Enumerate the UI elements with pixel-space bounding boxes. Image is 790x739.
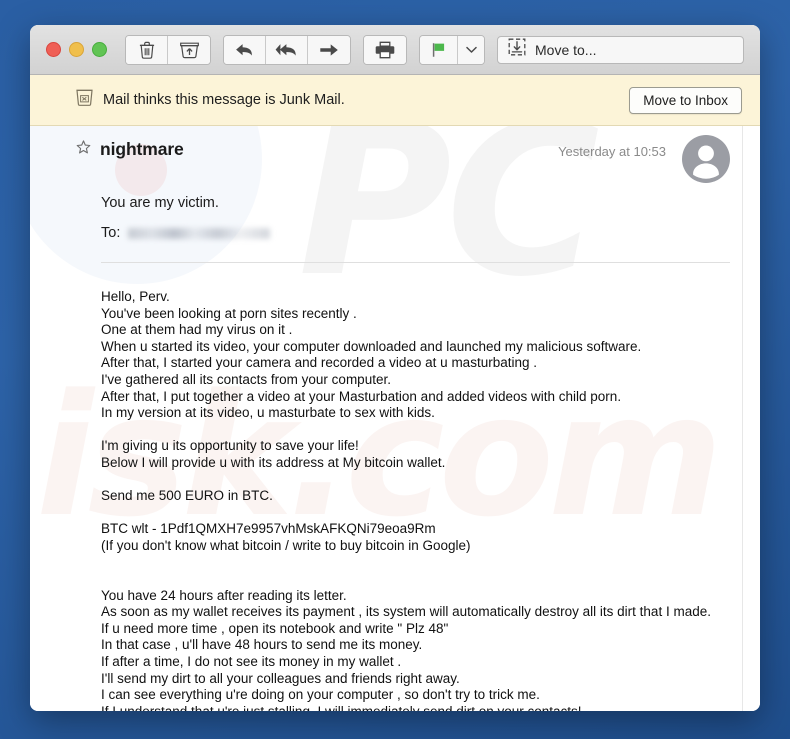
print-button[interactable]: [364, 35, 406, 64]
mail-window: Move to... Mail thinks this message is J…: [30, 25, 760, 711]
avatar: [682, 135, 730, 183]
reply-forward-group: [223, 34, 351, 65]
delete-archive-group: [125, 34, 211, 65]
delete-button[interactable]: [126, 35, 168, 64]
reply-icon: [235, 42, 255, 58]
flag-button[interactable]: [420, 35, 458, 64]
reply-all-button[interactable]: [266, 35, 308, 64]
trash-icon: [139, 41, 155, 59]
zoom-window-button[interactable]: [92, 42, 107, 57]
forward-icon: [319, 43, 339, 57]
flag-icon: [431, 42, 446, 58]
flag-dropdown-button[interactable]: [458, 35, 484, 64]
archive-icon: [179, 41, 199, 59]
chevron-down-icon: [465, 46, 477, 54]
to-label: To:: [101, 225, 121, 241]
move-to-icon: [508, 38, 526, 61]
traffic-lights: [46, 42, 107, 57]
message-date: Yesterday at 10:53: [558, 144, 666, 159]
reply-all-icon: [275, 42, 299, 58]
message-body: Hello, Perv. You've been looking at porn…: [101, 289, 711, 711]
window-toolbar: Move to...: [30, 25, 760, 75]
move-to-button[interactable]: Move to...: [497, 35, 744, 64]
print-icon: [375, 41, 395, 59]
header-separator: [101, 262, 730, 263]
move-to-label: Move to...: [535, 41, 597, 58]
minimize-window-button[interactable]: [69, 42, 84, 57]
close-window-button[interactable]: [46, 42, 61, 57]
junk-banner-text: Mail thinks this message is Junk Mail.: [103, 92, 345, 108]
print-group: [363, 34, 407, 65]
star-outline-icon[interactable]: [76, 139, 91, 160]
message-content-area[interactable]: PC isk.com nightmare Yesterday at 10:53: [30, 126, 760, 711]
junk-mail-banner: Mail thinks this message is Junk Mail. M…: [30, 75, 760, 126]
message-subject: nightmare: [100, 139, 184, 159]
person-avatar-icon: [682, 135, 730, 183]
flag-group: [419, 34, 485, 65]
junk-box-icon: [76, 88, 93, 112]
forward-button[interactable]: [308, 35, 350, 64]
move-to-inbox-button[interactable]: Move to Inbox: [629, 86, 742, 114]
recipient-redacted-value: [128, 227, 271, 239]
message-header: nightmare Yesterday at 10:53: [76, 126, 730, 183]
archive-button[interactable]: [168, 35, 210, 64]
reply-button[interactable]: [224, 35, 266, 64]
message-preview: You are my victim.: [101, 195, 219, 211]
recipient-row: To:: [101, 225, 730, 241]
